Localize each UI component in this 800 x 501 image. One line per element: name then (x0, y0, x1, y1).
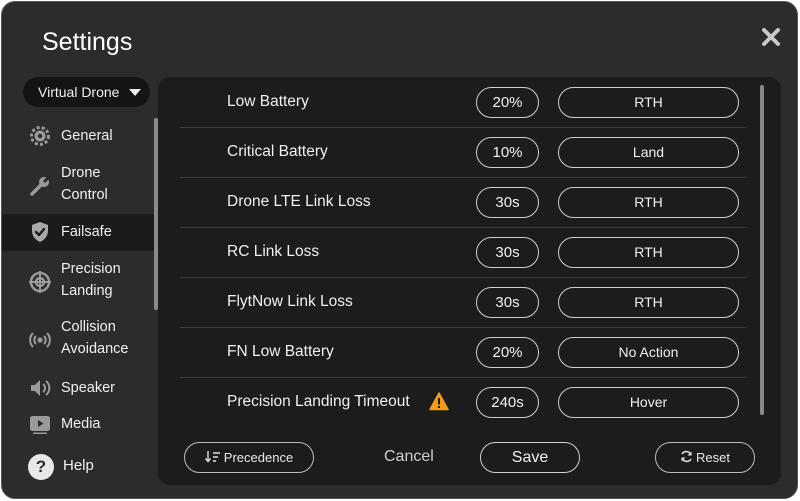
sidebar-item-label: Failsafe (61, 224, 112, 240)
sidebar-item-media[interactable]: Media (2, 409, 154, 439)
save-button[interactable]: Save (480, 442, 580, 473)
sidebar-item-label: General (61, 128, 113, 144)
sidebar-item-label: Drone (61, 165, 101, 181)
failsafe-name: FN Low Battery (227, 343, 334, 360)
threshold-input[interactable]: 240s (476, 387, 539, 418)
failsafe-name: Low Battery (227, 93, 309, 110)
gear-icon (27, 123, 53, 149)
sidebar-item-collision-avoidance[interactable]: Collision Avoidance (2, 314, 154, 366)
reset-label: Reset (696, 450, 730, 465)
settings-window: Settings Virtual Drone General Drone Con… (1, 1, 798, 499)
action-select[interactable]: Hover (558, 387, 739, 418)
action-select[interactable]: RTH (558, 87, 739, 118)
sidebar-item-label: Control (61, 187, 108, 203)
warning-icon[interactable] (429, 392, 449, 416)
panel-scrollbar[interactable] (760, 85, 764, 415)
help-icon: ? (28, 454, 54, 480)
failsafe-row-flytnow-link-loss: FlytNow Link Loss 30s RTH (180, 279, 747, 328)
precedence-label: Precedence (223, 450, 294, 465)
sidebar-item-failsafe[interactable]: Failsafe (2, 214, 154, 251)
sidebar-item-label: Landing (61, 283, 113, 299)
failsafe-name: Drone LTE Link Loss (227, 193, 371, 210)
threshold-input[interactable]: 20% (476, 87, 539, 118)
sidebar-item-label: Precision (61, 261, 121, 277)
help-label: Help (63, 457, 94, 474)
action-select[interactable]: RTH (558, 187, 739, 218)
close-button[interactable] (758, 24, 784, 50)
threshold-input[interactable]: 30s (476, 287, 539, 318)
broadcast-icon (27, 327, 53, 353)
failsafe-row-fn-low-battery: FN Low Battery 20% No Action (180, 329, 747, 378)
failsafe-name: RC Link Loss (227, 243, 320, 260)
action-select[interactable]: No Action (558, 337, 739, 368)
vehicle-selector[interactable]: Virtual Drone (23, 77, 150, 107)
sidebar-item-label: Speaker (61, 380, 116, 396)
failsafe-name: Precision Landing Timeout (227, 393, 410, 410)
failsafe-row-low-battery: Low Battery 20% RTH (180, 79, 747, 128)
shield-check-icon (27, 219, 53, 245)
crosshair-icon (27, 269, 53, 295)
sidebar-item-label: Collision (61, 319, 116, 335)
sidebar-item-precision-landing[interactable]: Precision Landing (2, 256, 154, 308)
failsafe-row-rc-link-loss: RC Link Loss 30s RTH (180, 229, 747, 278)
action-select[interactable]: RTH (558, 237, 739, 268)
failsafe-name: FlytNow Link Loss (227, 293, 353, 310)
wrench-icon (27, 173, 53, 199)
play-icon (27, 411, 53, 437)
sidebar-item-label: Media (61, 416, 101, 432)
failsafe-row-critical-battery: Critical Battery 10% Land (180, 129, 747, 178)
refresh-icon (680, 444, 693, 473)
cancel-button[interactable]: Cancel (384, 448, 434, 466)
threshold-input[interactable]: 30s (476, 237, 539, 268)
sort-icon (204, 444, 221, 473)
failsafe-panel: Low Battery 20% RTH Critical Battery 10%… (158, 77, 781, 485)
vehicle-selector-value: Virtual Drone (38, 84, 120, 100)
speaker-icon (27, 375, 53, 401)
sidebar-item-speaker[interactable]: Speaker (2, 373, 154, 403)
action-select[interactable]: Land (558, 137, 739, 168)
sidebar-item-drone-control[interactable]: Drone Control (2, 160, 154, 212)
threshold-input[interactable]: 30s (476, 187, 539, 218)
close-icon (762, 28, 780, 46)
precedence-button[interactable]: Precedence (184, 442, 314, 473)
sidebar-item-label: Avoidance (61, 341, 129, 357)
page-title: Settings (42, 28, 133, 56)
reset-button[interactable]: Reset (655, 442, 755, 473)
chevron-down-icon (129, 89, 141, 96)
threshold-input[interactable]: 10% (476, 137, 539, 168)
threshold-input[interactable]: 20% (476, 337, 539, 368)
failsafe-name: Critical Battery (227, 143, 328, 160)
failsafe-row-drone-lte-link-loss: Drone LTE Link Loss 30s RTH (180, 179, 747, 228)
sidebar-item-general[interactable]: General (2, 116, 154, 156)
failsafe-row-precision-landing-timeout: Precision Landing Timeout 240s Hover (180, 379, 747, 427)
action-select[interactable]: RTH (558, 287, 739, 318)
